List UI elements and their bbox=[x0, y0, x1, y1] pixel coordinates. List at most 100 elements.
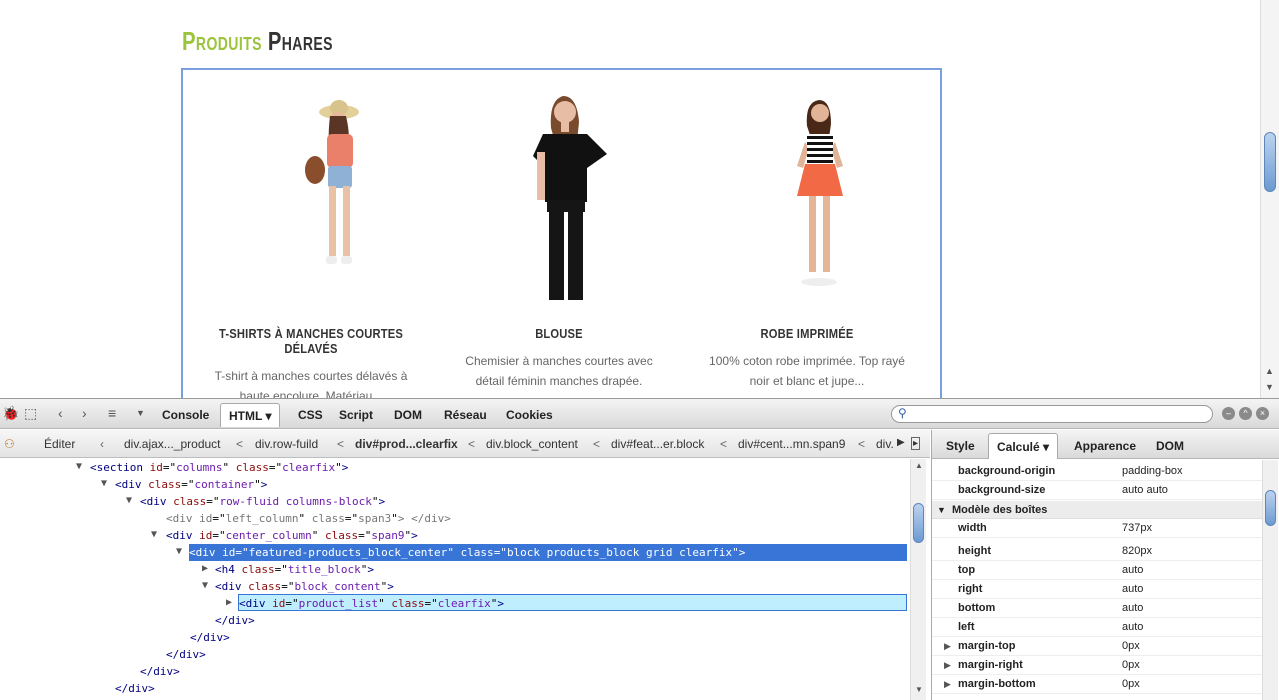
product-name[interactable]: T-SHIRTS À MANCHES COURTES DÉLAVÉS bbox=[208, 326, 414, 356]
breadcrumb-item-current[interactable]: div#prod...clearfix bbox=[355, 437, 458, 451]
product-desc-line: T-shirt à manches courtes délavés à bbox=[214, 369, 408, 383]
tag-open: <div bbox=[140, 495, 167, 508]
breadcrumb-item[interactable]: div.row-fuild bbox=[255, 437, 318, 451]
tree-node-product-list[interactable]: <div id="product_list" class="clearfix"> bbox=[238, 594, 907, 611]
expand-icon[interactable]: ▶ bbox=[944, 675, 951, 694]
tab-cookies[interactable]: Cookies bbox=[498, 403, 561, 427]
tab-console[interactable]: Console bbox=[154, 403, 217, 427]
tree-node-block-content[interactable]: <div class="block_content"> bbox=[215, 578, 398, 595]
detach-icon[interactable]: ^ bbox=[1239, 407, 1252, 420]
menu-icon[interactable]: ≡ bbox=[108, 405, 116, 421]
collapse-icon[interactable]: ▼ bbox=[176, 546, 182, 557]
breadcrumb-item[interactable]: div.ajax..._product bbox=[124, 437, 221, 451]
tab-html[interactable]: HTML ▾ bbox=[220, 403, 281, 427]
tree-node-center-column[interactable]: <div id="center_column" class="span9"> bbox=[166, 527, 422, 544]
tree-node-h4[interactable]: <h4 class="title_block"> bbox=[215, 561, 378, 578]
side-tab-layout[interactable]: Apparence bbox=[1066, 433, 1144, 459]
expand-icon[interactable]: ▶ bbox=[944, 637, 951, 656]
computed-prop-row[interactable]: height 820px bbox=[932, 542, 1262, 561]
section-header-box-model[interactable]: ▼ Modèle des boîtes bbox=[932, 501, 1262, 519]
minimize-icon[interactable]: – bbox=[1222, 407, 1235, 420]
crumb-scroll-right-icon[interactable]: ▸ bbox=[911, 437, 921, 450]
breadcrumb-item[interactable]: div#cent...mn.span9 bbox=[738, 437, 845, 451]
tree-node-close[interactable]: </div> bbox=[166, 646, 210, 663]
computed-prop-row[interactable]: bottom auto bbox=[932, 599, 1262, 618]
html-tree-scroll-thumb[interactable] bbox=[913, 503, 924, 543]
product-card[interactable]: ROBE IMPRIMÉE 100% coton robe imprimée. … bbox=[687, 82, 927, 391]
computed-prop-row-expandable[interactable]: ▶ margin-bottom 0px bbox=[932, 675, 1262, 694]
computed-prop-row[interactable]: background-size auto auto bbox=[932, 481, 1262, 500]
product-card[interactable]: BLOUSE Chemisier à manches courtes avec … bbox=[439, 82, 679, 391]
breadcrumb-item[interactable]: div. bbox=[876, 437, 894, 451]
product-card[interactable]: T-SHIRTS À MANCHES COURTES DÉLAVÉS T-shi… bbox=[191, 82, 431, 398]
collapse-icon[interactable]: ▼ bbox=[126, 495, 132, 506]
attr-value: featured-products_block_center bbox=[248, 546, 448, 559]
scroll-up-icon[interactable]: ▲ bbox=[1265, 366, 1274, 376]
breadcrumb-item[interactable]: div#feat...er.block bbox=[611, 437, 704, 451]
computed-prop-row[interactable]: width 737px bbox=[932, 519, 1262, 538]
scroll-down-icon[interactable]: ▼ bbox=[915, 685, 923, 694]
tab-script[interactable]: Script bbox=[331, 403, 381, 427]
tree-node-left-column[interactable]: <div id="left_column" class="span3"> </d… bbox=[166, 510, 455, 527]
tab-network[interactable]: Réseau bbox=[436, 403, 495, 427]
tree-node-close[interactable]: </div> bbox=[190, 629, 234, 646]
tab-css[interactable]: CSS bbox=[290, 403, 331, 427]
close-icon[interactable]: × bbox=[1256, 407, 1269, 420]
product-image[interactable] bbox=[469, 82, 649, 312]
tree-node-selected[interactable]: <div id="featured-products_block_center"… bbox=[189, 544, 907, 561]
back-icon[interactable]: ‹ bbox=[58, 405, 63, 421]
expand-icon[interactable]: ▶ bbox=[944, 656, 951, 675]
tree-node-row-fluid[interactable]: <div class="row-fluid columns-block"> bbox=[140, 493, 389, 510]
product-name[interactable]: BLOUSE bbox=[456, 326, 662, 341]
computed-prop-row-expandable[interactable]: ▶ margin-top 0px bbox=[932, 637, 1262, 656]
scroll-up-icon[interactable]: ▲ bbox=[915, 461, 923, 470]
html-tree-scrollbar[interactable]: ▲ ▼ bbox=[910, 459, 926, 700]
computed-prop-row[interactable]: right auto bbox=[932, 580, 1262, 599]
firebug-bug-icon[interactable]: 🐞 bbox=[2, 405, 19, 422]
crumb-right-arrow-icon[interactable]: ▶ bbox=[897, 437, 905, 448]
attr-value: container bbox=[194, 478, 255, 491]
edit-button[interactable]: Éditer bbox=[44, 437, 75, 451]
side-tab-dom[interactable]: DOM bbox=[1148, 433, 1192, 459]
attr-name: id bbox=[272, 597, 286, 610]
product-image[interactable] bbox=[221, 82, 401, 312]
tree-node-container[interactable]: <div class="container"> bbox=[115, 476, 271, 493]
side-tab-computed[interactable]: Calculé ▾ bbox=[988, 433, 1059, 459]
tree-node-close[interactable]: </div> bbox=[115, 680, 159, 697]
side-panel-scrollbar[interactable] bbox=[1262, 460, 1278, 700]
computed-prop-row[interactable]: background-origin padding-box bbox=[932, 462, 1262, 481]
tab-dom[interactable]: DOM bbox=[386, 403, 430, 427]
page-scrollbar[interactable]: ▲ ▼ bbox=[1260, 0, 1279, 398]
forward-icon[interactable]: › bbox=[82, 405, 87, 421]
product-image[interactable] bbox=[717, 82, 897, 312]
product-name[interactable]: ROBE IMPRIMÉE bbox=[704, 326, 910, 341]
scroll-down-icon[interactable]: ▼ bbox=[1265, 382, 1274, 392]
collapse-icon[interactable]: ▼ bbox=[76, 461, 82, 472]
collapse-icon[interactable]: ▼ bbox=[101, 478, 107, 489]
computed-prop-row[interactable]: top auto bbox=[932, 561, 1262, 580]
breadcrumb-item[interactable]: div.block_content bbox=[486, 437, 578, 451]
collapse-icon[interactable]: ▼ bbox=[151, 529, 157, 540]
collapse-icon[interactable]: ▼ bbox=[937, 501, 946, 519]
prop-name: top bbox=[958, 564, 976, 576]
expand-icon[interactable]: ▶ bbox=[202, 563, 208, 574]
node-tree-icon[interactable]: ⚇ bbox=[4, 437, 15, 451]
side-panel: Style Calculé ▾ Apparence DOM background… bbox=[931, 430, 1279, 700]
expand-icon[interactable]: ▶ bbox=[226, 597, 232, 608]
search-input[interactable]: ⚲ bbox=[891, 405, 1213, 423]
side-tab-style[interactable]: Style bbox=[938, 433, 983, 459]
attr-value: product_list bbox=[298, 597, 379, 610]
computed-prop-row-expandable[interactable]: ▶ margin-right 0px bbox=[932, 656, 1262, 675]
inspect-icon[interactable]: ⬚ bbox=[24, 405, 37, 422]
tree-node-close[interactable]: </div> bbox=[140, 663, 184, 680]
crumb-left-arrow-icon[interactable]: ‹ bbox=[100, 437, 104, 451]
featured-products-block: T-SHIRTS À MANCHES COURTES DÉLAVÉS T-shi… bbox=[181, 68, 942, 398]
prop-name: bottom bbox=[958, 602, 996, 614]
side-scroll-thumb[interactable] bbox=[1265, 490, 1276, 526]
page-scroll-thumb[interactable] bbox=[1264, 132, 1276, 192]
tree-node-section[interactable]: <section id="columns" class="clearfix"> bbox=[90, 459, 352, 476]
collapse-icon[interactable]: ▼ bbox=[202, 580, 208, 591]
computed-prop-row[interactable]: left auto bbox=[932, 618, 1262, 637]
tree-node-close[interactable]: </div> bbox=[215, 612, 259, 629]
chevron-down-icon[interactable]: ▼ bbox=[136, 408, 145, 418]
